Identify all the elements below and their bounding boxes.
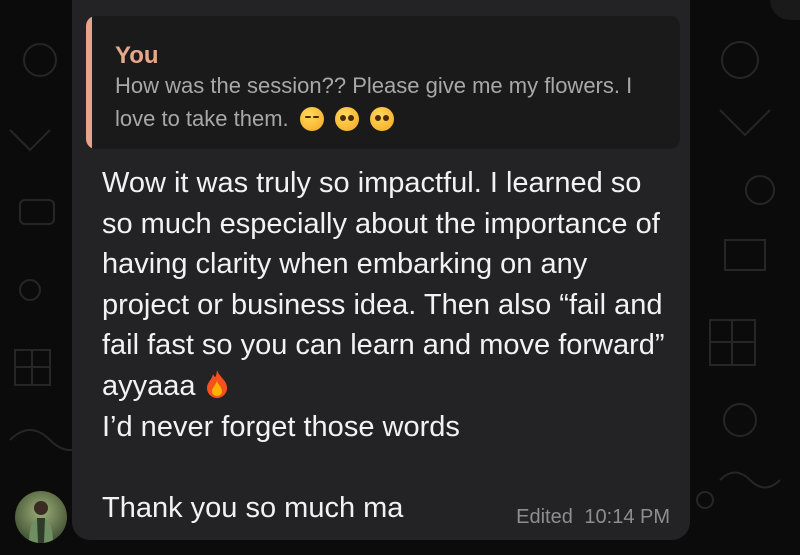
weary-face-emoji-icon: [299, 107, 324, 131]
message-bubble[interactable]: You How was the session?? Please give me…: [72, 0, 690, 540]
pleading-face-emoji-icon: [334, 107, 359, 131]
message-meta: Edited 10:14 PM: [510, 506, 670, 529]
fire-emoji-icon: [206, 369, 227, 398]
pleading-face-emoji-icon: [370, 107, 395, 131]
message-text-block: Wow it was truly so impactful. I learned…: [102, 163, 672, 528]
message-text-continued: I’d never forget those words Thank you s…: [102, 410, 460, 524]
quote-text-block: How was the session?? Please give me my …: [115, 69, 660, 135]
message-text-main: Wow it was truly so impactful. I learned…: [102, 167, 665, 402]
person-silhouette-icon: [29, 501, 53, 543]
edited-label: Edited: [516, 506, 573, 528]
quote-author: You: [115, 42, 159, 69]
message-time: 10:14 PM: [584, 506, 670, 528]
avatar[interactable]: [15, 491, 67, 543]
reply-quote[interactable]: You How was the session?? Please give me…: [86, 16, 680, 149]
quote-accent-bar: [86, 16, 92, 149]
